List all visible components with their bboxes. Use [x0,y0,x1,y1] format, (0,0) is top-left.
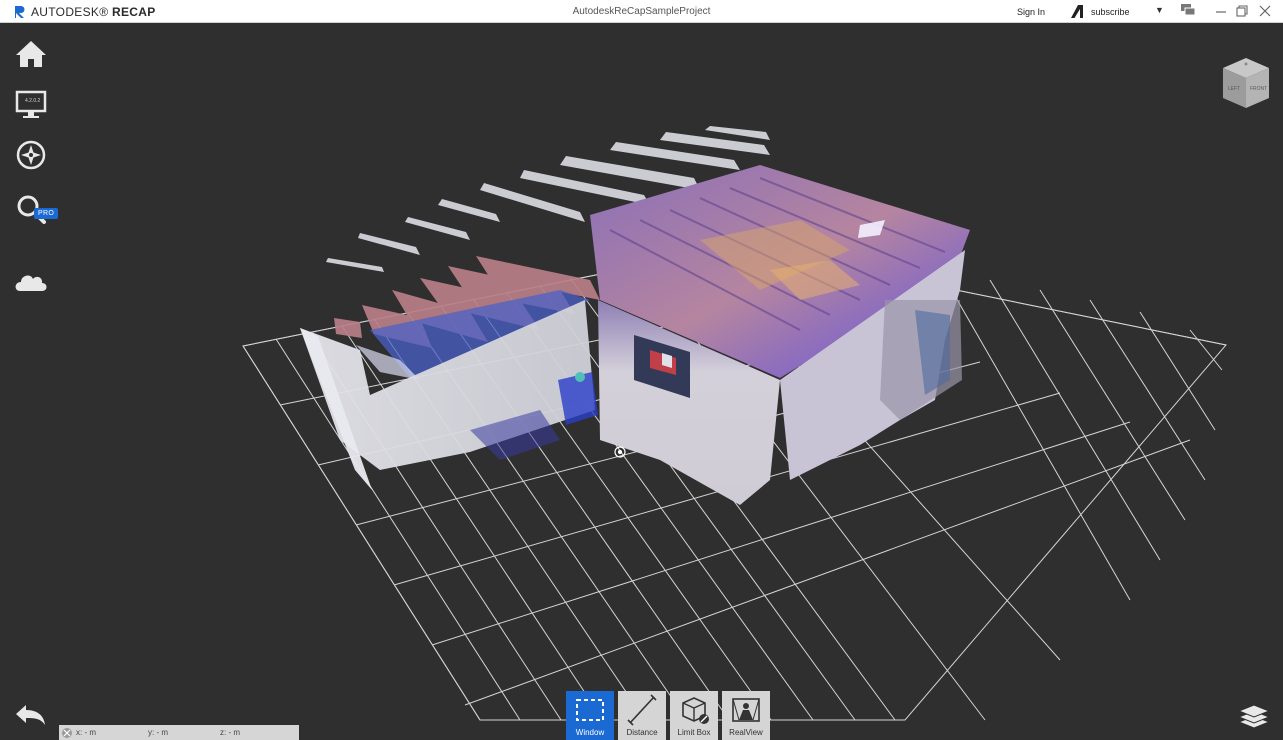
window-select-button[interactable]: Window [566,691,614,740]
restore-icon[interactable] [1234,4,1250,19]
viewcube[interactable]: LEFT FRONT [1219,56,1273,110]
viewcube-icon [1223,58,1269,108]
account-label: subscribe [1091,6,1130,17]
orbit-pivot-icon [614,446,626,458]
compass-icon[interactable] [12,136,50,174]
pro-badge: PRO [34,208,59,219]
title-bar: AUTODESK® RECAP AutodeskReCapSampleProje… [0,0,1283,23]
viewcube-left-label: LEFT [1228,86,1241,92]
realview-icon [732,698,760,722]
chat-icon[interactable] [1180,3,1196,18]
autodesk-a-icon [1071,5,1083,18]
distance-icon [627,694,657,726]
chevron-down-icon[interactable]: ▼ [1155,5,1164,15]
close-icon[interactable] [1257,4,1273,19]
limit-box-label: Limit Box [677,728,711,737]
window-select-label: Window [575,728,605,737]
layers-icon[interactable] [1237,702,1271,732]
home-icon[interactable] [12,36,50,74]
point-cloud-scene [242,126,1227,721]
distance-button[interactable]: Distance [618,691,666,740]
back-arrow-icon[interactable] [12,700,50,730]
realview-button[interactable]: RealView [722,691,770,740]
limit-box-button[interactable]: Limit Box [670,691,718,740]
coordinates-bar: x: - m y: - m z: - m [59,725,299,740]
minimize-icon[interactable] [1213,4,1229,19]
coord-y: y: - m [148,728,168,737]
limit-box-icon [682,697,709,724]
bottom-toolbar: Window Distance Limit Box RealView [566,691,770,740]
coord-z: z: - m [220,728,240,737]
app-brand: AUTODESK® RECAP [14,3,156,20]
realview-label: RealView [729,728,763,737]
monitor-label: 4.2.0.2 [25,98,41,104]
crosshair-icon[interactable] [61,727,73,739]
viewcube-front-label: FRONT [1250,86,1268,92]
account-menu[interactable]: subscribe [1070,4,1130,19]
distance-label: Distance [626,728,658,737]
autodesk-logo-icon [15,5,25,18]
point-cloud-viewport[interactable]: 4.2.0.2 PRO LEFT FRONT x: - m y: - m z: … [0,23,1283,740]
monitor-icon[interactable]: 4.2.0.2 [12,86,50,124]
brand-name: AUTODESK® RECAP [31,4,156,19]
coord-x: x: - m [76,728,96,737]
cloud-icon[interactable] [12,263,50,301]
sign-in-link[interactable]: Sign In [1017,7,1045,17]
window-select-icon [576,699,604,721]
